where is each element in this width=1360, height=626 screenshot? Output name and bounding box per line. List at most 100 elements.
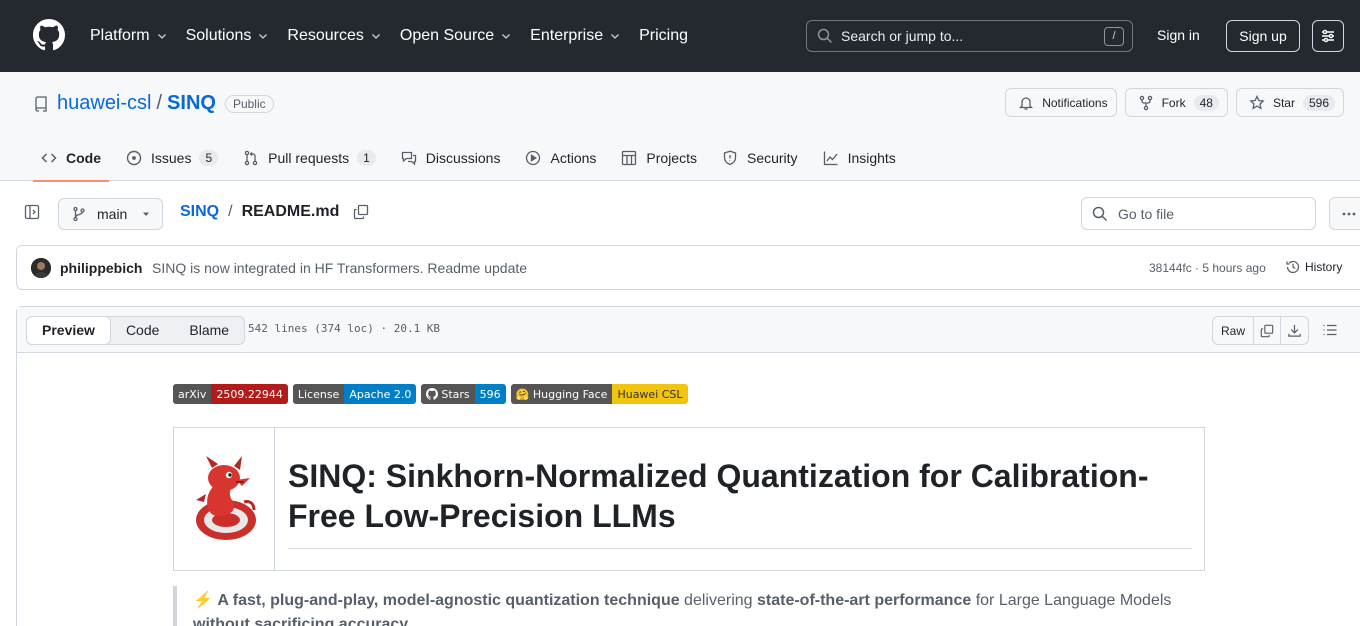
license-badge[interactable]: License Apache 2.0 <box>292 384 417 404</box>
go-to-file-input[interactable]: Go to file <box>1081 197 1316 230</box>
repo-nav: Code Issues 5 Pull requests 1 Discussion… <box>33 134 913 182</box>
star-count: 596 <box>1302 94 1335 111</box>
chevron-down-icon <box>502 34 511 39</box>
outline-list-icon[interactable] <box>1322 322 1338 338</box>
tab-label: Code <box>66 149 101 166</box>
quote-bold-3: without sacrificing accuracy <box>193 616 409 626</box>
pull-request-icon <box>244 150 258 165</box>
nav-enterprise[interactable]: Enterprise <box>530 27 621 45</box>
view-mode-switch: Preview Code Blame <box>26 316 246 345</box>
nav-label: Pricing <box>639 27 688 44</box>
file-actions: Raw <box>1212 316 1309 345</box>
notifications-label: Notifications <box>1042 95 1108 110</box>
sinq-dragon-logo <box>196 456 256 540</box>
sign-up-button[interactable]: Sign up <box>1226 20 1300 52</box>
badge-label: Stars <box>441 387 470 401</box>
badge-value: Apache 2.0 <box>344 384 417 404</box>
nav-label: Enterprise <box>530 27 604 44</box>
tab-label: Pull requests <box>268 149 350 166</box>
repo-owner-link[interactable]: huawei-csl <box>57 92 151 115</box>
history-label: History <box>1305 260 1343 274</box>
nav-label: Resources <box>287 27 364 44</box>
caret-down-icon <box>143 212 150 216</box>
branch-name: main <box>97 206 128 222</box>
tab-count: 1 <box>357 149 376 166</box>
repo-actions: Notifications Fork 48 Star 596 <box>997 88 1344 117</box>
breadcrumb-repo-link[interactable]: SINQ <box>180 203 219 221</box>
quote-bold-1: A fast, plug-and-play, model-agnostic qu… <box>217 592 680 609</box>
sign-in-link[interactable]: Sign in <box>1157 27 1200 43</box>
badge-label: arXiv <box>173 384 212 404</box>
go-to-file-placeholder: Go to file <box>1118 205 1175 222</box>
star-label: Star <box>1272 95 1295 110</box>
latest-commit: philippebich SINQ is now integrated in H… <box>16 245 1360 290</box>
readme-badges: arXiv 2509.22944 License Apache 2.0 Star… <box>173 384 693 404</box>
arxiv-badge[interactable]: arXiv 2509.22944 <box>173 384 288 404</box>
lightning-icon: ⚡ <box>193 592 213 609</box>
commit-author-link[interactable]: philippebich <box>60 260 142 276</box>
nav-pricing[interactable]: Pricing <box>639 27 688 45</box>
tab-blame[interactable]: Blame <box>174 317 244 344</box>
nav-platform[interactable]: Platform <box>90 27 168 45</box>
tab-issues[interactable]: Issues 5 <box>118 134 226 181</box>
branch-selector[interactable]: main <box>58 198 163 230</box>
sidebar-expand-icon[interactable] <box>24 204 40 220</box>
history-icon <box>1286 260 1300 274</box>
commit-meta[interactable]: 38144fc · 5 hours ago <box>1149 261 1266 275</box>
badge-value: 2509.22944 <box>211 384 288 404</box>
readme-blockquote: ⚡ A fast, plug-and-play, model-agnostic … <box>173 586 1205 626</box>
tab-code-view[interactable]: Code <box>111 317 174 344</box>
repo-name-link[interactable]: SINQ <box>167 92 216 115</box>
tab-preview[interactable]: Preview <box>26 316 111 345</box>
title-divider <box>288 548 1192 549</box>
star-button[interactable]: Star 596 <box>1235 88 1344 117</box>
nav-resources[interactable]: Resources <box>287 27 381 45</box>
repo-header: huawei-csl / SINQ Public Notifications F… <box>0 72 1360 182</box>
commit-message-link[interactable]: SINQ is now integrated in HF Transformer… <box>152 260 527 276</box>
download-button[interactable] <box>1281 317 1308 344</box>
hugging-face-badge[interactable]: 🤗 Hugging Face Huawei CSL <box>510 384 688 404</box>
avatar-image-icon <box>31 258 51 278</box>
badge-label: License <box>292 384 345 404</box>
fork-label: Fork <box>1161 95 1186 110</box>
copy-icon[interactable] <box>353 204 369 220</box>
file-view-header: Preview Code Blame 542 lines (374 loc) ·… <box>17 307 1360 353</box>
github-icon <box>426 388 439 400</box>
star-icon <box>1249 94 1265 110</box>
nav-solutions[interactable]: Solutions <box>186 27 270 45</box>
breadcrumb-separator: / <box>228 203 233 220</box>
menu-button[interactable] <box>1312 20 1344 52</box>
raw-button[interactable]: Raw <box>1213 317 1254 344</box>
tab-insights[interactable]: Insights <box>815 134 904 181</box>
tab-label: Discussions <box>425 149 501 166</box>
global-search-input[interactable]: Search or jump to... / <box>806 20 1133 52</box>
breadcrumb: SINQ / README.md <box>180 203 369 221</box>
logo-cell <box>174 428 275 570</box>
tab-discussions[interactable]: Discussions <box>393 134 509 181</box>
search-icon <box>1092 206 1108 221</box>
fork-button[interactable]: Fork 48 <box>1124 88 1228 117</box>
tab-code[interactable]: Code <box>33 134 109 182</box>
nav-open-source[interactable]: Open Source <box>400 27 512 45</box>
more-options-button[interactable] <box>1329 197 1360 230</box>
avatar[interactable] <box>31 258 51 278</box>
history-link[interactable]: History <box>1285 259 1342 275</box>
tab-pull-requests[interactable]: Pull requests 1 <box>235 134 384 181</box>
notifications-button[interactable]: Notifications <box>1005 88 1117 117</box>
fork-icon <box>1139 95 1152 110</box>
chevron-down-icon <box>157 34 166 39</box>
github-logo-icon[interactable] <box>33 19 65 51</box>
code-icon <box>41 152 57 163</box>
tab-label: Issues <box>151 149 192 166</box>
search-shortcut-key: / <box>1104 27 1124 46</box>
tab-actions[interactable]: Actions <box>517 134 604 181</box>
readme-title: SINQ: Sinkhorn-Normalized Quantization f… <box>288 458 1149 534</box>
copy-raw-button[interactable] <box>1254 317 1281 344</box>
quote-bold-2: state-of-the-art performance <box>756 592 972 609</box>
stars-badge[interactable]: Stars 596 <box>421 384 506 404</box>
tab-projects[interactable]: Projects <box>613 134 705 181</box>
repo-title: huawei-csl / SINQ Public <box>33 92 274 115</box>
badge-label: 🤗 Hugging Face <box>510 384 613 404</box>
repo-icon <box>35 95 47 112</box>
tab-security[interactable]: Security <box>714 134 806 181</box>
